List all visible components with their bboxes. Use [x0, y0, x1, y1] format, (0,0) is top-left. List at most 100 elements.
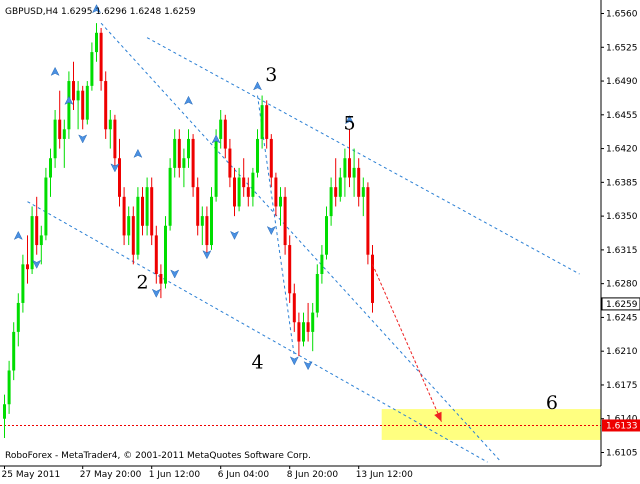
price-chart: 2 3 4 5 6 1.6560 1.6525 1.6490 1.6455 1.6420 1.63…	[0, 0, 640, 480]
current-price-tag-label: 1.6259	[606, 300, 638, 310]
candle-body	[177, 138, 181, 168]
candle-body	[274, 177, 278, 207]
chart-footer: RoboForex - MetaTrader4, © 2001-2011 Met…	[5, 451, 311, 461]
wave-label-4: 4	[251, 352, 263, 374]
candle-body	[104, 81, 108, 130]
candle-body	[357, 167, 361, 197]
candle-body	[58, 119, 62, 139]
candle-body	[90, 52, 94, 86]
price-tick-label: 1.6315	[606, 246, 638, 256]
candle-body	[306, 322, 310, 332]
wave-label-5: 5	[343, 112, 355, 134]
chart-header: GBPUSD,H4 1.6295 1.6296 1.6248 1.6259	[5, 7, 196, 17]
candle-body	[16, 302, 20, 332]
candle-body	[256, 138, 259, 173]
candle-body	[7, 370, 11, 405]
candle-body	[196, 187, 200, 226]
price-tick-label: 1.6385	[606, 178, 638, 188]
candle-body	[338, 177, 342, 197]
candle-body	[219, 119, 223, 139]
price-tick-label: 1.6245	[606, 313, 638, 323]
time-tick-label: 8 Jun 20:00	[287, 470, 339, 480]
price-tick-label: 1.6350	[606, 212, 638, 222]
time-tick-label: 6 Jun 04:00	[218, 470, 270, 480]
candle-body	[182, 158, 186, 168]
candle-body	[292, 293, 296, 323]
wave-label-2: 2	[136, 271, 148, 293]
price-tick-label: 1.6175	[606, 381, 638, 391]
candle-body	[187, 138, 190, 159]
candle-body	[67, 81, 71, 130]
candle-body	[329, 187, 333, 217]
candle-body	[311, 312, 315, 332]
wave-label-3: 3	[265, 64, 277, 86]
candle-body	[348, 158, 351, 178]
candle-body	[173, 138, 177, 168]
candle-body	[150, 187, 154, 236]
candle-body	[26, 264, 29, 270]
candle-body	[136, 196, 140, 255]
price-tick-label: 1.6420	[606, 145, 638, 155]
price-tick-label: 1.6280	[606, 280, 638, 290]
candle-body	[145, 187, 149, 226]
candle-body	[200, 216, 204, 226]
candle-body	[371, 254, 374, 303]
candle-body	[85, 85, 89, 120]
price-tick-label: 1.6105	[606, 448, 638, 458]
candle-body	[159, 274, 163, 284]
candle-body	[283, 196, 287, 246]
candle-body	[131, 216, 135, 255]
price-tick-label: 1.6560	[606, 10, 638, 20]
candle-body	[35, 216, 39, 246]
wave-label-6: 6	[546, 392, 558, 414]
candle-body	[269, 138, 273, 178]
candle-body	[53, 119, 57, 159]
zones-layer	[381, 409, 601, 440]
candle-body	[265, 105, 269, 139]
candle-body	[205, 216, 209, 246]
candle-body	[237, 177, 241, 207]
support-price-tag-label: 1.6133	[606, 421, 638, 431]
candle-body	[279, 196, 282, 207]
candle-body	[49, 158, 52, 178]
target-zone	[381, 409, 601, 440]
candle-body	[228, 148, 232, 178]
candle-body	[288, 245, 292, 294]
candle-body	[164, 225, 167, 284]
time-tick-label: 13 Jun 12:00	[356, 470, 413, 480]
candle-body	[81, 90, 85, 120]
candle-body	[76, 90, 80, 101]
candle-body	[141, 196, 144, 226]
candle-body	[99, 32, 103, 82]
candle-body	[95, 32, 98, 53]
candle-body	[246, 187, 250, 197]
price-tick-label: 1.6490	[606, 77, 638, 87]
candle-body	[62, 129, 66, 139]
candle-body	[297, 322, 301, 342]
candle-body	[72, 81, 75, 101]
candle-body	[361, 187, 365, 197]
candle-body	[320, 254, 324, 275]
candle-body	[352, 167, 356, 178]
candle-body	[113, 119, 117, 159]
candle-body	[214, 138, 218, 197]
candle-body	[366, 187, 370, 255]
candle-body	[154, 235, 158, 275]
price-tick-label: 1.6525	[606, 43, 638, 53]
candle-body	[343, 158, 347, 178]
candle-body	[325, 216, 328, 255]
candle-body	[12, 331, 16, 371]
candle-body	[122, 196, 126, 236]
candle-body	[210, 196, 213, 246]
candle-body	[251, 172, 255, 197]
candle-body	[223, 119, 227, 149]
chart-canvas: 2 3 4 5 6 1.6560 1.6525 1.6490 1.6455 1.6420 1.63…	[0, 0, 640, 480]
candle-body	[21, 264, 25, 303]
candle-body	[260, 105, 264, 139]
time-tick-label: 25 May 2011	[2, 470, 61, 480]
candle-body	[233, 177, 236, 207]
candle-body	[168, 167, 172, 226]
candle-body	[44, 177, 48, 236]
price-tick-label: 1.6455	[606, 111, 638, 121]
candle-body	[3, 404, 6, 419]
